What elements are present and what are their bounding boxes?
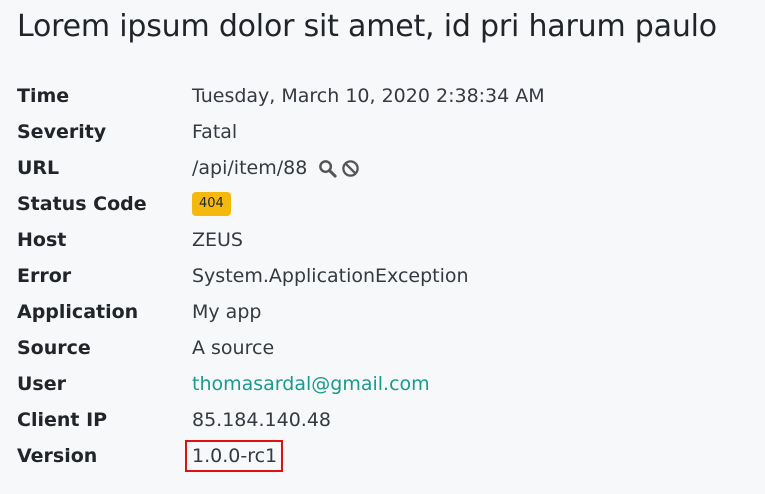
source-label: Source [17,337,91,359]
source-value: A source [192,337,275,359]
detail-row-time: Time Tuesday, March 10, 2020 2:38:34 AM [17,78,757,114]
error-label: Error [17,265,72,287]
error-details: Time Tuesday, March 10, 2020 2:38:34 AM … [17,78,757,474]
severity-label: Severity [17,121,107,143]
detail-row-application: Application My app [17,294,757,330]
detail-row-user: User thomasardal@gmail.com [17,366,757,402]
application-label: Application [17,301,139,323]
user-label: User [17,373,66,395]
error-value: System.ApplicationException [192,265,469,287]
status-code-value-container: 404 [192,192,231,216]
severity-value: Fatal [192,121,238,143]
detail-row-version: Version 1.0.0-rc1 [17,438,757,474]
version-label: Version [17,445,98,467]
host-label: Host [17,229,67,251]
time-label: Time [17,85,70,107]
client-ip-value: 85.184.140.48 [192,409,332,431]
detail-row-source: Source A source [17,330,757,366]
ban-icon[interactable] [340,158,360,178]
url-actions [317,158,360,178]
url-label: URL [17,157,60,179]
detail-row-host: Host ZEUS [17,222,757,258]
detail-row-error: Error System.ApplicationException [17,258,757,294]
detail-row-severity: Severity Fatal [17,114,757,150]
user-email-link[interactable]: thomasardal@gmail.com [192,373,430,395]
url-value: /api/item/88 [192,157,308,179]
detail-row-client-ip: Client IP 85.184.140.48 [17,402,757,438]
url-value-container: /api/item/88 [192,157,360,179]
client-ip-label: Client IP [17,409,108,431]
detail-row-url: URL /api/item/88 [17,150,757,186]
detail-row-status-code: Status Code 404 [17,186,757,222]
user-value-container: thomasardal@gmail.com [192,373,430,395]
host-value: ZEUS [192,229,243,251]
search-icon[interactable] [317,158,337,178]
version-value: 1.0.0-rc1 [185,440,284,472]
status-code-label: Status Code [17,193,147,215]
page-title: Lorem ipsum dolor sit amet, id pri harum… [17,9,717,44]
application-value: My app [192,301,262,323]
time-value: Tuesday, March 10, 2020 2:38:34 AM [192,85,545,107]
status-badge: 404 [192,192,231,216]
version-value-container: 1.0.0-rc1 [185,440,284,472]
